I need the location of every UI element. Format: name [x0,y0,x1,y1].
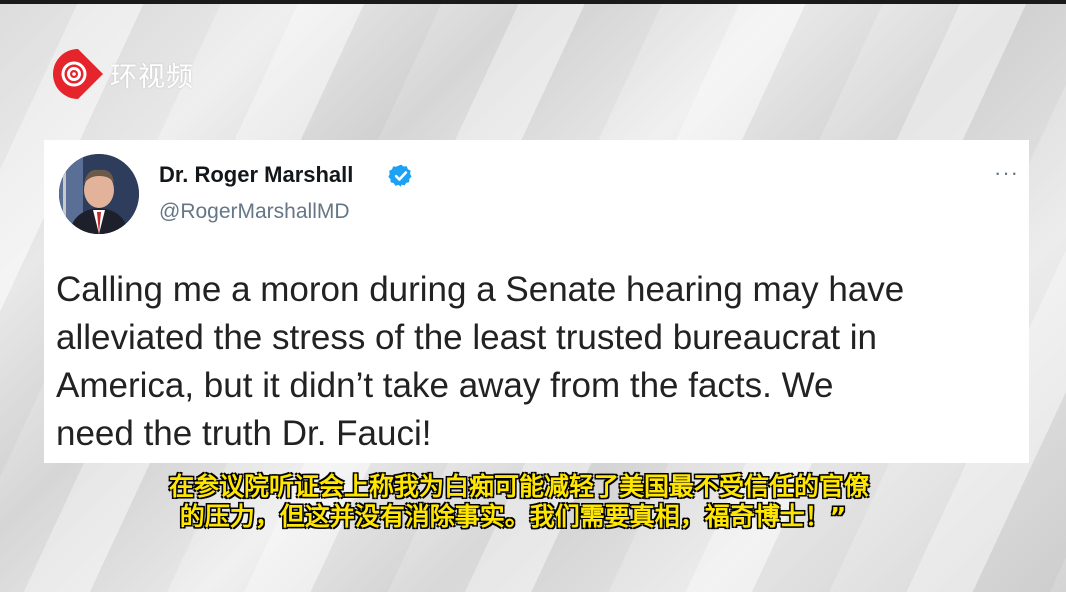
avatar-image [59,154,139,234]
subtitle-line-2: 的压力，但这并没有消除事实。我们需要真相，福奇博士！” [179,502,847,531]
tweet-text: Calling me a moron during a Senate heari… [56,270,905,453]
more-options-icon[interactable]: ··· [994,160,1019,186]
tweet-card: Dr. Roger Marshall @RogerMarshallMD ··· … [44,140,1029,463]
author-name[interactable]: Dr. Roger Marshall [159,162,353,188]
watermark-brand-text: 环视频 [110,61,194,93]
subtitle-line-1: 在参议院听证会上称我为白痴可能减轻了美国最不受信任的官僚 [168,472,869,501]
play-circle-logo-icon [52,49,103,99]
watermark-logo: 环视频 [50,46,194,102]
subtitle: 在参议院听证会上称我为白痴可能减轻了美国最不受信任的官僚 的压力，但这并没有消除… [0,472,1066,532]
verified-badge-icon [388,164,412,187]
author-handle[interactable]: @RogerMarshallMD [159,200,350,224]
avatar[interactable] [59,154,139,234]
